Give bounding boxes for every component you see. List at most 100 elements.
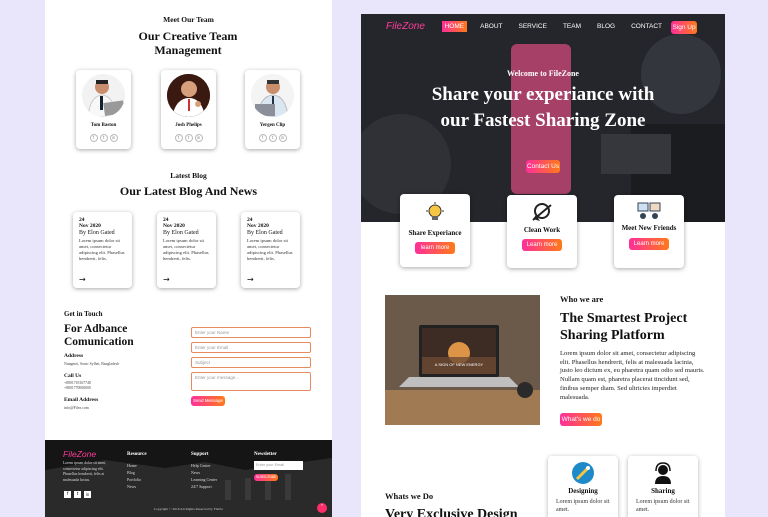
linkedin-icon[interactable]: in xyxy=(109,134,118,142)
post-excerpt: Lorem ipsum dolor sit amet, consectetur … xyxy=(247,238,293,261)
nav-service[interactable]: SERVICE xyxy=(516,21,550,32)
footer-link[interactable]: Learning Center xyxy=(191,476,217,483)
arrow-right-icon[interactable]: → xyxy=(247,276,254,284)
hero-section: FileZone HOME ABOUT SERVICE TEAM BLOG CO… xyxy=(361,14,725,222)
contact-title: For Adbance Comunication xyxy=(64,323,134,348)
brand-logo[interactable]: FileZone xyxy=(386,21,425,32)
blog-card[interactable]: 24 Nov 2020 By Elon Gated Lorem ipsum do… xyxy=(241,212,300,288)
whats-we-do-button[interactable]: What's we do xyxy=(560,413,602,426)
message-textarea[interactable]: Enter your message... xyxy=(191,372,311,391)
post-month: Nov 2020 xyxy=(163,223,185,229)
post-month: Nov 2020 xyxy=(247,223,269,229)
nav-home[interactable]: HOME xyxy=(441,21,468,32)
support-title: Support xyxy=(191,452,209,457)
footer-link[interactable]: 24/7 Support xyxy=(191,483,217,490)
send-message-button[interactable]: Send Message xyxy=(191,396,225,406)
feature-card: Clean Work Learn more xyxy=(507,195,577,268)
arrow-right-icon[interactable]: → xyxy=(79,276,86,284)
blog-card[interactable]: 24 Nov 2020 By Elon Gated Lorem ipsum do… xyxy=(73,212,132,288)
main-nav: HOME ABOUT SERVICE TEAM BLOG CONTACT xyxy=(441,21,665,32)
footer-link[interactable]: News xyxy=(127,483,147,490)
post-author: By Elon Gated xyxy=(163,230,199,236)
facebook-icon[interactable]: f xyxy=(258,134,267,142)
twitter-icon[interactable]: t xyxy=(268,134,277,142)
subscribe-button[interactable]: SUBSCRIBE xyxy=(254,474,278,481)
right-page-preview: FileZone HOME ABOUT SERVICE TEAM BLOG CO… xyxy=(361,14,725,517)
team-card: Tom Baston f t in xyxy=(76,70,131,149)
about-laptop-image: A SIGN OF NEW ENERGY xyxy=(385,295,540,425)
footer-link[interactable]: News xyxy=(191,469,217,476)
service-card: Designing Lorem ipsum dolor sit amet. xyxy=(548,456,618,517)
twitter-icon[interactable]: t xyxy=(74,491,81,498)
nav-blog[interactable]: BLOG xyxy=(594,21,618,32)
nav-team[interactable]: TEAM xyxy=(560,21,584,32)
learn-more-button[interactable]: learn more xyxy=(415,242,455,254)
member-socials: f t in xyxy=(245,134,300,142)
phone-1: +8801718167748 xyxy=(64,381,91,385)
linkedin-icon[interactable]: in xyxy=(194,134,203,142)
linkedin-icon[interactable]: in xyxy=(84,491,91,498)
member-name: Josh Phelips xyxy=(175,123,202,128)
subject-input[interactable]: Subject xyxy=(191,357,311,368)
team-title: Our Creative Team Management xyxy=(138,29,238,57)
facebook-icon[interactable]: f xyxy=(64,491,71,498)
hero-welcome: Welcome to FileZone xyxy=(507,69,579,78)
avatar xyxy=(82,74,125,117)
service-card: Sharing Lorem ipsum dolor sit amet. xyxy=(628,456,698,517)
left-page-preview: Meet Our Team Our Creative Team Manageme… xyxy=(45,0,332,517)
learn-more-button[interactable]: Learn more xyxy=(522,239,562,251)
phone-2: +8801770000000 xyxy=(64,386,91,390)
email-input[interactable]: Enter your Email xyxy=(191,342,311,353)
footer-about: Lorem ipsum dolor sit amet, consectetur … xyxy=(63,461,107,482)
facebook-icon[interactable]: f xyxy=(89,134,98,142)
blog-card[interactable]: 24 Nov 2020 By Elon Gated Lorem ipsum do… xyxy=(157,212,216,288)
newsletter-title: Newsletter xyxy=(254,452,277,457)
whatwedo-subtitle: Whats we Do xyxy=(385,491,434,501)
whatwedo-title: Very Exclusive Design xyxy=(385,507,518,517)
learn-more-button[interactable]: Learn more xyxy=(629,238,669,250)
address-text: Nungmei, Sonic Sylhet, Bangladesh xyxy=(64,362,119,366)
design-icon xyxy=(572,462,594,484)
twitter-icon[interactable]: t xyxy=(99,134,108,142)
footer-link[interactable]: Home xyxy=(127,462,147,469)
post-excerpt: Lorem ipsum dolor sit amet, consectetur … xyxy=(163,238,209,261)
post-excerpt: Lorem ipsum dolor sit amet, consectetur … xyxy=(79,238,125,261)
arrow-right-icon[interactable]: → xyxy=(163,276,170,284)
service-text: Lorem ipsum dolor sit amet. xyxy=(556,499,610,513)
nav-contact[interactable]: CONTACT xyxy=(628,21,665,32)
feature-title: Clean Work xyxy=(523,226,561,234)
footer-link[interactable]: Help Center xyxy=(191,462,217,469)
address-label: Address xyxy=(64,353,84,359)
contact-us-button[interactable]: Contact Us xyxy=(526,160,560,173)
call-label: Call Us xyxy=(64,373,82,379)
footer-brand-logo[interactable]: FileZone xyxy=(63,449,96,459)
member-name: Yergen Clip xyxy=(259,123,286,128)
footer-socials: f t in xyxy=(64,491,91,498)
newsletter-email-input[interactable]: Enter your Email xyxy=(254,461,303,470)
footer: FileZone Lorem ipsum dolor sit amet, con… xyxy=(45,440,332,517)
email-text: info@Filez.com xyxy=(64,406,89,410)
member-socials: f t in xyxy=(161,134,216,142)
about-text: Lorem ipsum dolor sit amet, consectetur … xyxy=(560,350,705,401)
scroll-top-button[interactable]: ˄ xyxy=(317,503,327,513)
team-card: Yergen Clip f t in xyxy=(245,70,300,149)
linkedin-icon[interactable]: in xyxy=(278,134,287,142)
footer-link[interactable]: Blog xyxy=(127,469,147,476)
team-card: Josh Phelips f t in xyxy=(161,70,216,149)
hero-title-line2: our Fastest Sharing Zone xyxy=(440,110,646,131)
feature-card: Share Experiance learn more xyxy=(400,194,470,267)
service-text: Lorem ipsum dolor sit amet. xyxy=(636,499,690,513)
facebook-icon[interactable]: f xyxy=(174,134,183,142)
blog-subtitle: Latest Blog xyxy=(170,171,207,180)
name-input[interactable]: Enter your Name xyxy=(191,327,311,338)
team-subtitle: Meet Our Team xyxy=(163,15,214,24)
service-title: Designing xyxy=(568,487,598,495)
footer-link[interactable]: Portfolio xyxy=(127,476,147,483)
feature-card: Meet New Friends Learn more xyxy=(614,195,684,268)
twitter-icon[interactable]: t xyxy=(184,134,193,142)
footer-resource-column: Resource Home Blog Portfolio News xyxy=(127,452,147,490)
sign-up-button[interactable]: Sign Up xyxy=(671,21,697,34)
nav-about[interactable]: ABOUT xyxy=(477,21,505,32)
laptop-screen-text: A SIGN OF NEW ENERGY xyxy=(435,362,484,367)
post-author: By Elon Gated xyxy=(79,230,115,236)
